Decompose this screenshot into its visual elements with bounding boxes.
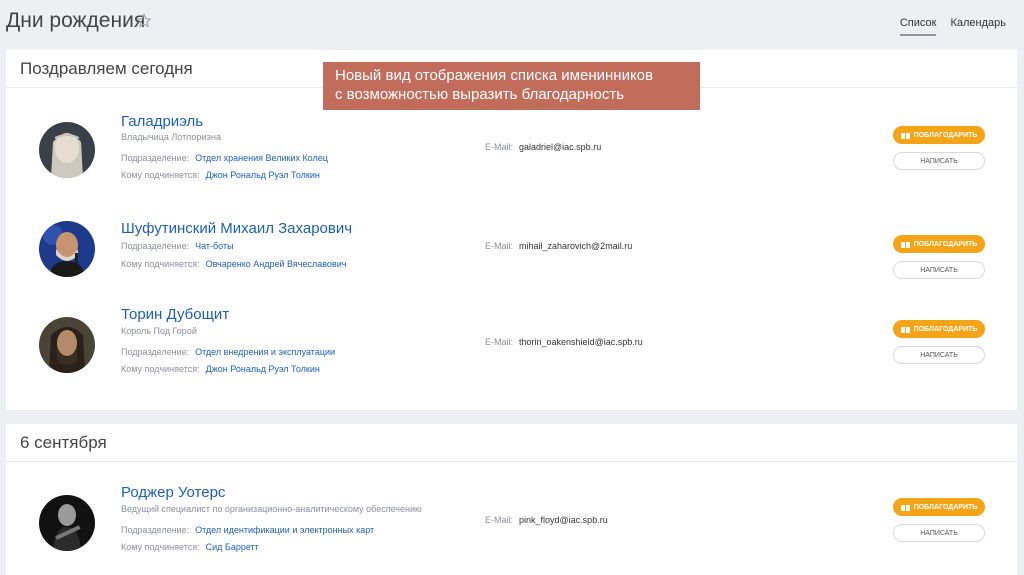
gift-icon (900, 325, 910, 333)
gift-icon (900, 131, 910, 139)
gift-icon (900, 503, 910, 511)
write-button[interactable]: НАПИСАТЬ (893, 152, 985, 170)
star-icon[interactable] (136, 13, 152, 29)
email-value[interactable]: mihail_zaharovich@2mail.ru (519, 241, 632, 251)
page-title: Дни рождения (6, 9, 146, 32)
manager-label: Кому подчиняется: (121, 170, 200, 180)
email-row: E-Mail: pink_floyd@iac.spb.ru (485, 515, 608, 525)
write-button-label: НАПИСАТЬ (920, 266, 958, 274)
department-label: Подразделение: (121, 241, 190, 251)
department-row: Подразделение: Отдел внедрения и эксплуат… (121, 347, 335, 357)
write-button-label: НАПИСАТЬ (920, 157, 958, 165)
person-name[interactable]: Торин Дубощит (121, 306, 229, 323)
department-row: Подразделение: Отдел идентификации и элек… (121, 525, 374, 535)
email-value[interactable]: pink_floyd@iac.spb.ru (519, 515, 608, 525)
person-name[interactable]: Галадриэль (121, 113, 203, 130)
write-button[interactable]: НАПИСАТЬ (893, 524, 985, 542)
manager-row: Кому подчиняется: Сид Барретт (121, 542, 259, 552)
avatar[interactable] (39, 122, 95, 178)
manager-row: Кому подчиняется: Овчаренко Андрей Вячесл… (121, 259, 346, 269)
department-row: Подразделение: Отдел хранения Великих Кол… (121, 153, 328, 163)
thank-button[interactable]: ПОБЛАГОДАРИТЬ (893, 235, 985, 253)
thank-button[interactable]: ПОБЛАГОДАРИТЬ (893, 320, 985, 338)
person-position: Владычица Лотлориэна (121, 132, 221, 142)
department-link[interactable]: Отдел хранения Великих Колец (195, 153, 328, 163)
list-item-person: Торин Дубощит Король Под Горой Подраздел… (6, 306, 1017, 386)
tab-calendar[interactable]: Календарь (950, 17, 1006, 36)
manager-row: Кому подчиняется: Джон Рональд Руэл Толки… (121, 364, 320, 374)
section-date: 6 сентября Роджер Уотерс Ведущий специал… (6, 424, 1017, 575)
email-label: E-Mail: (485, 241, 514, 251)
write-button[interactable]: НАПИСАТЬ (893, 346, 985, 364)
callout-annotation: Новый вид отображения списка именинников… (323, 62, 700, 110)
person-name[interactable]: Роджер Уотерс (121, 484, 225, 501)
person-position: Король Под Горой (121, 326, 197, 336)
email-label: E-Mail: (485, 515, 514, 525)
gift-icon (900, 240, 910, 248)
list-item-person: Галадриэль Владычица Лотлориэна Подразде… (6, 110, 1017, 190)
department-label: Подразделение: (121, 347, 190, 357)
email-value[interactable]: galadriel@iac.spb.ru (519, 142, 601, 152)
manager-link[interactable]: Джон Рональд Руэл Толкин (206, 170, 320, 180)
department-link[interactable]: Отдел идентификации и электронных карт (195, 525, 374, 535)
email-value[interactable]: thorin_oakenshield@iac.spb.ru (519, 337, 643, 347)
list-item-person: Роджер Уотерс Ведущий специалист по орга… (6, 484, 1017, 564)
thank-button[interactable]: ПОБЛАГОДАРИТЬ (893, 498, 985, 516)
manager-link[interactable]: Сид Барретт (206, 542, 259, 552)
email-row: E-Mail: thorin_oakenshield@iac.spb.ru (485, 337, 643, 347)
page-header: Дни рождения Список Календарь (0, 0, 1024, 44)
thank-button-label: ПОБЛАГОДАРИТЬ (913, 503, 978, 511)
thank-button[interactable]: ПОБЛАГОДАРИТЬ (893, 126, 985, 144)
email-label: E-Mail: (485, 142, 514, 152)
email-label: E-Mail: (485, 337, 514, 347)
thank-button-label: ПОБЛАГОДАРИТЬ (913, 240, 978, 248)
thank-button-label: ПОБЛАГОДАРИТЬ (913, 325, 978, 333)
callout-line-1: Новый вид отображения списка именинников (335, 67, 653, 84)
avatar[interactable] (39, 317, 95, 373)
department-link[interactable]: Отдел внедрения и эксплуатации (195, 347, 335, 357)
tab-list[interactable]: Список (899, 17, 937, 36)
person-name[interactable]: Шуфутинский Михаил Захарович (121, 220, 352, 237)
write-button[interactable]: НАПИСАТЬ (893, 261, 985, 279)
manager-link[interactable]: Джон Рональд Руэл Толкин (206, 364, 320, 374)
view-tabs: Список Календарь (899, 17, 1006, 36)
department-row: Подразделение: Чат-боты (121, 241, 234, 251)
thank-button-label: ПОБЛАГОДАРИТЬ (913, 131, 978, 139)
manager-label: Кому подчиняется: (121, 364, 200, 374)
callout-line-2: с возможностью выразить благодарность (335, 86, 625, 103)
write-button-label: НАПИСАТЬ (920, 529, 958, 537)
email-row: E-Mail: galadriel@iac.spb.ru (485, 142, 601, 152)
manager-label: Кому подчиняется: (121, 259, 200, 269)
department-label: Подразделение: (121, 153, 190, 163)
manager-row: Кому подчиняется: Джон Рональд Руэл Толки… (121, 170, 320, 180)
department-label: Подразделение: (121, 525, 190, 535)
avatar[interactable] (39, 221, 95, 277)
person-position: Ведущий специалист по организационно-ана… (121, 504, 422, 514)
department-link[interactable]: Чат-боты (195, 241, 233, 251)
manager-link[interactable]: Овчаренко Андрей Вячеславович (206, 259, 347, 269)
write-button-label: НАПИСАТЬ (920, 351, 958, 359)
email-row: E-Mail: mihail_zaharovich@2mail.ru (485, 241, 632, 251)
avatar[interactable] (39, 495, 95, 551)
section-title: 6 сентября (6, 424, 1017, 462)
manager-label: Кому подчиняется: (121, 542, 200, 552)
list-item-person: Шуфутинский Михаил Захарович Подразделен… (6, 220, 1017, 300)
